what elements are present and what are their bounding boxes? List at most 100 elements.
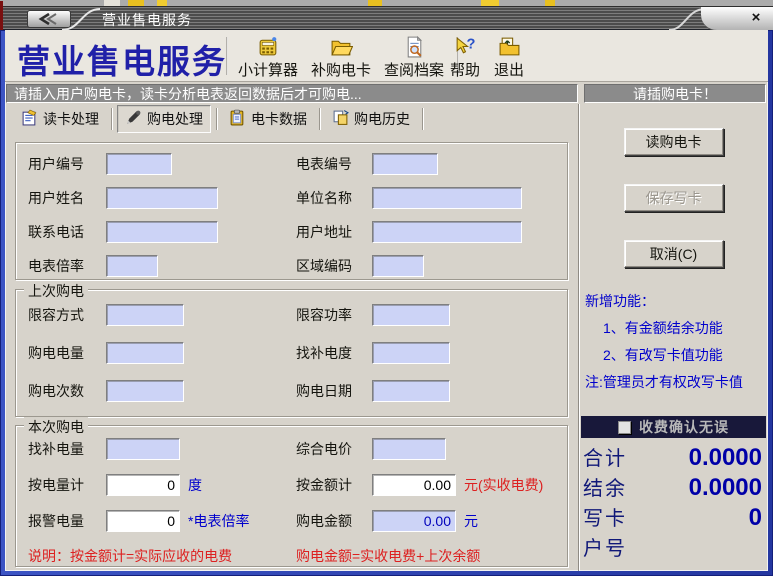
titlebar-edge-accent <box>0 1 3 31</box>
input-combined-price[interactable] <box>372 438 446 460</box>
unit-label: 度 <box>188 475 202 495</box>
total-row: 户号 <box>583 532 762 562</box>
input-alarm-energy[interactable] <box>106 510 180 532</box>
input-user-address[interactable] <box>372 221 522 243</box>
field-label: 用户编号 <box>28 154 106 174</box>
read-card-button[interactable]: 读购电卡 <box>624 128 724 156</box>
features-title: 新增功能： <box>585 288 766 315</box>
input-by-energy[interactable] <box>106 474 180 496</box>
tab-label: 购电历史 <box>354 109 410 129</box>
fee-confirm-bar: 收费确认无误 <box>581 416 766 438</box>
input-purchase-energy[interactable] <box>106 342 184 364</box>
help-cursor-icon: ? <box>454 33 477 58</box>
unit-label: *电表倍率 <box>188 511 249 531</box>
tab-card-data[interactable]: 电卡数据 <box>222 106 314 132</box>
field-label: 报警电量 <box>28 511 106 531</box>
field-label: 找补电量 <box>28 439 106 459</box>
total-value: 0.0000 <box>627 444 762 472</box>
card-operations-panel: 读购电卡 保存写卡 取消(C) 新增功能： 1、有金额结余功能 2、有改写卡值功… <box>578 104 768 571</box>
calculator-icon <box>257 33 280 58</box>
input-user-name[interactable] <box>106 187 218 209</box>
input-purchase-amount[interactable] <box>372 510 456 532</box>
field-label: 购电金额 <box>296 511 372 531</box>
toolbar-button-repurchase-card[interactable]: 补购电卡 <box>308 33 374 80</box>
card-buttons: 读购电卡 保存写卡 取消(C) <box>579 128 768 268</box>
total-row: 合计 0.0000 <box>583 442 762 472</box>
status-row: 请插入用户购电卡，读卡分析电表返回数据后才可购电... 请插购电卡！ <box>5 84 768 104</box>
input-adjust-energy[interactable] <box>106 438 180 460</box>
toolbar-button-exit[interactable]: 退出 <box>489 33 529 80</box>
input-meter-id[interactable] <box>372 153 438 175</box>
clipboard-icon <box>229 109 246 129</box>
input-purchase-count[interactable] <box>106 380 184 402</box>
header-band: 营业售电服务 小计算器 <box>5 30 768 82</box>
cancel-button[interactable]: 取消(C) <box>624 240 724 268</box>
field-label: 电表倍率 <box>28 256 106 276</box>
field-label: 综合电价 <box>296 439 372 459</box>
header-separator <box>226 37 228 75</box>
toolbar-button-calculator[interactable]: 小计算器 <box>235 33 301 80</box>
field-label: 限容功率 <box>296 305 372 325</box>
purchase-form-area: 读卡处理 购电处理 <box>5 104 578 571</box>
field-label: 电表编号 <box>296 154 372 174</box>
toolbar-label: 帮助 <box>450 59 480 80</box>
toolbar-button-view-archives[interactable]: 查阅档案 <box>381 33 447 80</box>
application-window: 营业售电服务 × 营业售电服务 <box>0 0 773 576</box>
unit-label: 元 <box>464 511 478 531</box>
field-label: 单位名称 <box>296 188 372 208</box>
tab-label: 购电处理 <box>147 109 203 129</box>
toolbar-button-help[interactable]: ? 帮助 <box>445 33 485 80</box>
feature-item: 1、有金额结余功能 <box>585 315 766 342</box>
total-value: 0.0000 <box>627 474 762 502</box>
last-purchase-group: 上次购电 限容方式 限容功率 购电电量 找补电度 <box>15 289 568 417</box>
note-row: 说明：按金额计=实际应收的电费 购电金额=实收电费+上次余额 <box>16 546 567 566</box>
read-card-icon <box>21 109 38 129</box>
tab-separator <box>319 108 320 130</box>
total-label: 写卡 <box>583 502 627 531</box>
tab-label: 读卡处理 <box>43 109 99 129</box>
fee-confirm-label: 收费确认无误 <box>639 417 729 437</box>
close-button[interactable]: × <box>747 9 765 27</box>
input-unit-name[interactable] <box>372 187 522 209</box>
group-title: 上次购电 <box>24 281 88 301</box>
window-frame: 营业售电服务 小计算器 <box>0 30 773 576</box>
field-label: 购电次数 <box>28 381 106 401</box>
field-label: 区域编码 <box>296 256 372 276</box>
field-label: 用户地址 <box>296 222 372 242</box>
total-row: 写卡 0 <box>583 502 762 532</box>
document-search-icon <box>403 33 426 58</box>
status-message: 请插入用户购电卡，读卡分析电表返回数据后才可购电... <box>6 84 578 103</box>
save-write-card-button[interactable]: 保存写卡 <box>624 184 724 212</box>
fee-confirm-checkbox[interactable] <box>618 421 631 434</box>
input-limit-power[interactable] <box>372 304 450 326</box>
toolbar-label: 查阅档案 <box>384 59 444 80</box>
tab-label: 电卡数据 <box>251 109 307 129</box>
total-label: 户号 <box>583 532 627 561</box>
input-area-code[interactable] <box>372 255 424 277</box>
tab-purchase-history[interactable]: 购电历史 <box>325 106 417 132</box>
toolbar-label: 小计算器 <box>238 59 298 80</box>
totals-area: 合计 0.0000 结余 0.0000 写卡 0 户号 <box>583 442 762 562</box>
unit-label: 元(实收电费) <box>464 475 543 495</box>
tab-read-card[interactable]: 读卡处理 <box>14 106 106 132</box>
page-title: 营业售电服务 <box>17 35 227 83</box>
features-footnote: 注:管理员才有权改写卡值 <box>585 369 766 396</box>
current-purchase-group: 本次购电 找补电量 综合电价 按电量计 度 <box>15 425 568 567</box>
total-row: 结余 0.0000 <box>583 472 762 502</box>
tab-purchase-processing[interactable]: 购电处理 <box>117 105 211 133</box>
input-limit-mode[interactable] <box>106 304 184 326</box>
input-by-amount[interactable] <box>372 474 456 496</box>
input-meter-ratio[interactable] <box>106 255 158 277</box>
main-content: 读卡处理 购电处理 <box>5 104 768 571</box>
total-label: 结余 <box>583 472 627 501</box>
window-title: 营业售电服务 <box>102 10 192 30</box>
window-titlebar[interactable]: 营业售电服务 × <box>0 6 773 30</box>
tab-separator <box>111 108 112 130</box>
input-adjust-degree[interactable] <box>372 342 450 364</box>
input-contact-phone[interactable] <box>106 221 218 243</box>
input-purchase-date[interactable] <box>372 380 450 402</box>
titlebar-end-cap: × <box>701 7 773 31</box>
exit-folder-icon <box>498 33 521 58</box>
folder-open-icon <box>330 33 353 58</box>
input-user-id[interactable] <box>106 153 172 175</box>
